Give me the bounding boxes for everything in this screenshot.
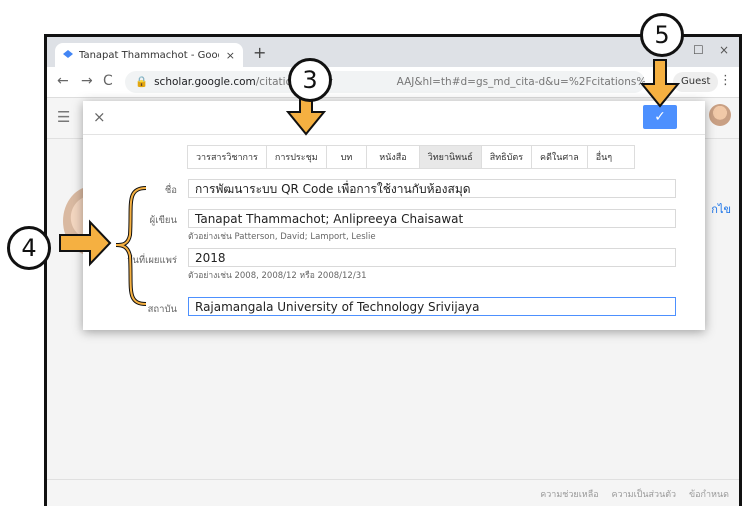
step5-badge: 5 [640,13,684,57]
step5-arrow-icon [639,59,681,108]
step4-arrow-icon [59,219,112,267]
annotation-overlay [59,59,681,306]
step3-badge: 3 [288,58,332,102]
step4-badge: 4 [7,226,51,270]
